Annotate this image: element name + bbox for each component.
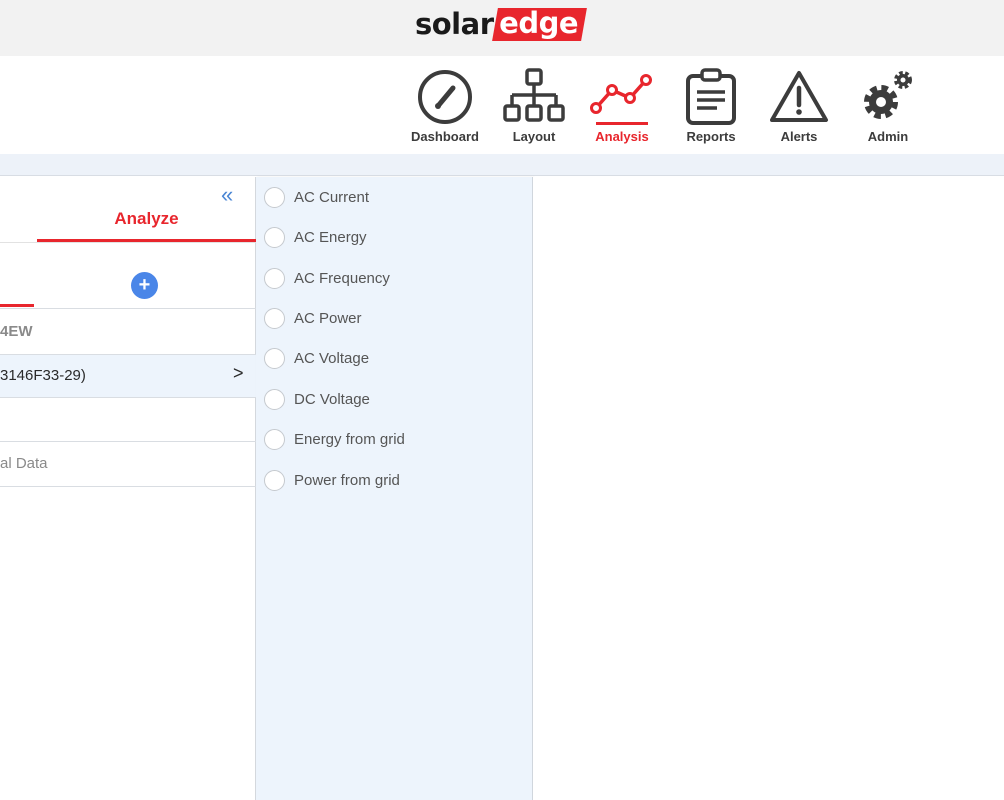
radio-button[interactable] xyxy=(264,348,285,369)
row-divider xyxy=(0,441,256,442)
device-label: 3146F33-29) xyxy=(0,367,86,384)
nav-layout[interactable]: Layout xyxy=(492,66,576,146)
param-label: AC Power xyxy=(294,310,362,327)
row-divider xyxy=(0,486,256,487)
param-power-from-grid[interactable]: Power from grid xyxy=(264,470,524,496)
sub-header-strip xyxy=(0,154,1004,176)
param-label: AC Voltage xyxy=(294,350,370,367)
left-panel: « Analyze + 4EW 3146F33-29) > al Data xyxy=(0,177,256,800)
nav-reports[interactable]: Reports xyxy=(669,66,753,146)
param-label: AC Energy xyxy=(294,229,367,246)
nav-alerts-label: Alerts xyxy=(780,129,818,144)
gauge-icon xyxy=(418,70,472,124)
data-label[interactable]: al Data xyxy=(0,455,48,472)
chart-content-area xyxy=(533,177,1004,800)
sitemap-icon xyxy=(503,68,565,122)
chevron-right-icon: > xyxy=(233,363,244,383)
site-name: 4EW xyxy=(0,323,33,340)
logo-solar-text: solar xyxy=(415,7,494,41)
param-ac-power[interactable]: AC Power xyxy=(264,308,524,334)
warning-icon xyxy=(770,71,828,122)
parameter-panel: AC Current AC Energy AC Frequency AC Pow… xyxy=(256,177,533,800)
nav-layout-label: Layout xyxy=(512,129,556,144)
solaredge-logo[interactable]: solar edge xyxy=(415,6,587,42)
line-chart-icon xyxy=(590,74,652,114)
nav-analysis-label: Analysis xyxy=(595,129,649,144)
param-ac-energy[interactable]: AC Energy xyxy=(264,227,524,253)
logo-edge-badge: edge xyxy=(491,5,587,41)
nav-alerts[interactable]: Alerts xyxy=(757,66,841,146)
param-dc-voltage[interactable]: DC Voltage xyxy=(264,389,524,415)
radio-button[interactable] xyxy=(264,308,285,329)
left-tab-underline xyxy=(0,304,34,307)
param-label: DC Voltage xyxy=(294,391,370,408)
radio-button[interactable] xyxy=(264,187,285,208)
add-button[interactable]: + xyxy=(131,272,158,299)
clipboard-icon xyxy=(686,68,736,125)
radio-button[interactable] xyxy=(264,227,285,248)
main-nav: Dashboard Layout Analysis Reports Alerts… xyxy=(0,56,1004,154)
radio-button[interactable] xyxy=(264,429,285,450)
tab-divider xyxy=(0,242,256,243)
nav-admin[interactable]: Admin xyxy=(846,66,930,146)
param-energy-from-grid[interactable]: Energy from grid xyxy=(264,429,524,455)
device-row[interactable]: 3146F33-29) > xyxy=(0,355,256,397)
row-divider xyxy=(0,308,256,309)
nav-active-underline xyxy=(596,122,648,125)
param-ac-current[interactable]: AC Current xyxy=(264,187,524,213)
logo-bar: solar edge xyxy=(0,0,1004,56)
nav-dashboard-label: Dashboard xyxy=(411,129,479,144)
param-ac-frequency[interactable]: AC Frequency xyxy=(264,268,524,294)
param-label: Power from grid xyxy=(294,472,400,489)
tab-analyze[interactable]: Analyze xyxy=(37,199,256,243)
nav-reports-label: Reports xyxy=(686,129,736,144)
nav-admin-label: Admin xyxy=(867,129,909,144)
gears-icon xyxy=(864,71,912,119)
row-divider xyxy=(0,397,256,398)
logo-edge-text: edge xyxy=(498,5,578,40)
nav-analysis[interactable]: Analysis xyxy=(580,66,664,146)
param-ac-voltage[interactable]: AC Voltage xyxy=(264,348,524,374)
radio-button[interactable] xyxy=(264,470,285,491)
param-label: AC Frequency xyxy=(294,270,390,287)
param-label: Energy from grid xyxy=(294,431,405,448)
radio-button[interactable] xyxy=(264,389,285,410)
param-label: AC Current xyxy=(294,189,370,206)
radio-button[interactable] xyxy=(264,268,285,289)
nav-dashboard[interactable]: Dashboard xyxy=(403,66,487,146)
